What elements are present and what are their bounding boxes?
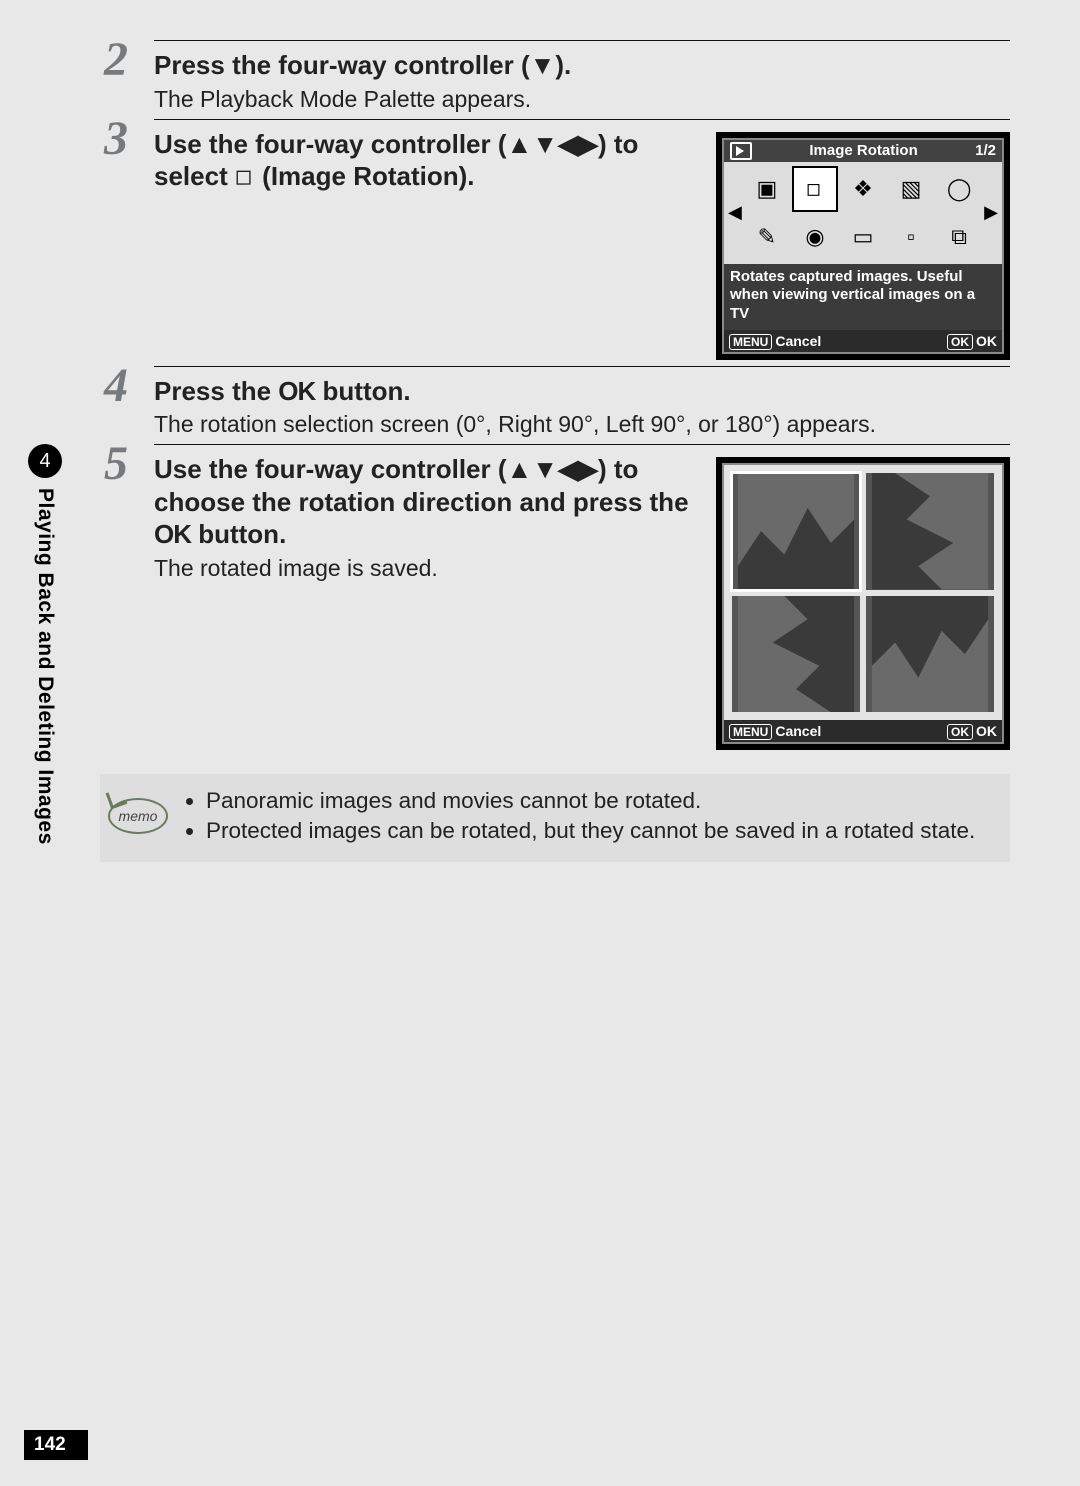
step-heading: Use the four-way controller (▲▼◀▶) to ch… xyxy=(154,453,698,551)
step-heading: Press the four-way controller (▼). xyxy=(154,49,1010,82)
rotation-thumb-270 xyxy=(732,596,860,712)
step-description: The rotation selection screen (0°, Right… xyxy=(154,411,1010,438)
right-arrow-icon: ▶ xyxy=(982,202,1000,223)
palette-icon-slideshow: ▣ xyxy=(744,166,790,212)
palette-grid: ▣ ◇ ❖ ▧ ◯ ✎ ◉ ▭ ▫ ⧉ xyxy=(744,166,982,260)
palette-icon-resize: ▫ xyxy=(888,214,934,260)
step-2: 2 Press the four-way controller (▼). The… xyxy=(100,40,1010,113)
memo-box: memo Panoramic images and movies cannot … xyxy=(100,774,1010,862)
palette-icon-crop: ✎ xyxy=(744,214,790,260)
step-3: 3 Use the four-way controller (▲▼◀▶) to … xyxy=(100,119,1010,360)
menu-button-label: MENU xyxy=(729,724,772,740)
step-number: 4 xyxy=(100,362,132,439)
left-arrow-icon: ◀ xyxy=(726,202,744,223)
page-number: 142 xyxy=(24,1430,88,1460)
lcd-title: Image Rotation xyxy=(758,142,969,159)
memo-list: Panoramic images and movies cannot be ro… xyxy=(186,788,992,848)
chapter-number-badge: 4 xyxy=(28,444,62,478)
rotation-thumb-0 xyxy=(732,473,860,589)
memo-item: Panoramic images and movies cannot be ro… xyxy=(206,788,992,814)
lcd-palette-screen: Image Rotation 1/2 ◀ ▣ ◇ ❖ ▧ ◯ xyxy=(716,132,1010,360)
chapter-title: Playing Back and Deleting Images xyxy=(33,488,57,845)
lcd-description: Rotates captured images. Useful when vie… xyxy=(724,264,1002,330)
step-number: 3 xyxy=(100,115,132,360)
rotation-thumb-180 xyxy=(866,596,994,712)
side-tab: 4 Playing Back and Deleting Images xyxy=(28,444,62,845)
step-description: The Playback Mode Palette appears. xyxy=(154,86,1010,113)
step-number: 2 xyxy=(100,36,132,113)
step-number: 5 xyxy=(100,440,132,750)
memo-item: Protected images can be rotated, but the… xyxy=(206,818,992,844)
step-description: The rotated image is saved. xyxy=(154,555,698,582)
playback-mode-icon xyxy=(730,142,752,160)
ok-button-label: OK xyxy=(947,724,973,740)
palette-icon-oval: ◯ xyxy=(936,166,982,212)
ok-button-label: OK xyxy=(947,334,973,350)
memo-icon: memo xyxy=(108,790,168,848)
lcd-page-indicator: 1/2 xyxy=(975,142,996,159)
palette-icon-redeye: ◉ xyxy=(792,214,838,260)
rotation-thumb-90 xyxy=(866,473,994,589)
palette-icon-movie: ▭ xyxy=(840,214,886,260)
step-4: 4 Press the OK button. The rotation sele… xyxy=(100,366,1010,439)
lcd-rotation-screen: MENUCancel OKOK xyxy=(716,457,1010,750)
palette-icon-frame: ▧ xyxy=(888,166,934,212)
menu-button-label: MENU xyxy=(729,334,772,350)
step-heading: Use the four-way controller (▲▼◀▶) to se… xyxy=(154,128,698,193)
palette-icon-rotation: ◇ xyxy=(792,166,838,212)
palette-icon-filter: ❖ xyxy=(840,166,886,212)
rotation-grid xyxy=(724,465,1002,720)
palette-icon-copy: ⧉ xyxy=(936,214,982,260)
step-heading: Press the OK button. xyxy=(154,375,1010,408)
step-5: 5 Use the four-way controller (▲▼◀▶) to … xyxy=(100,444,1010,750)
